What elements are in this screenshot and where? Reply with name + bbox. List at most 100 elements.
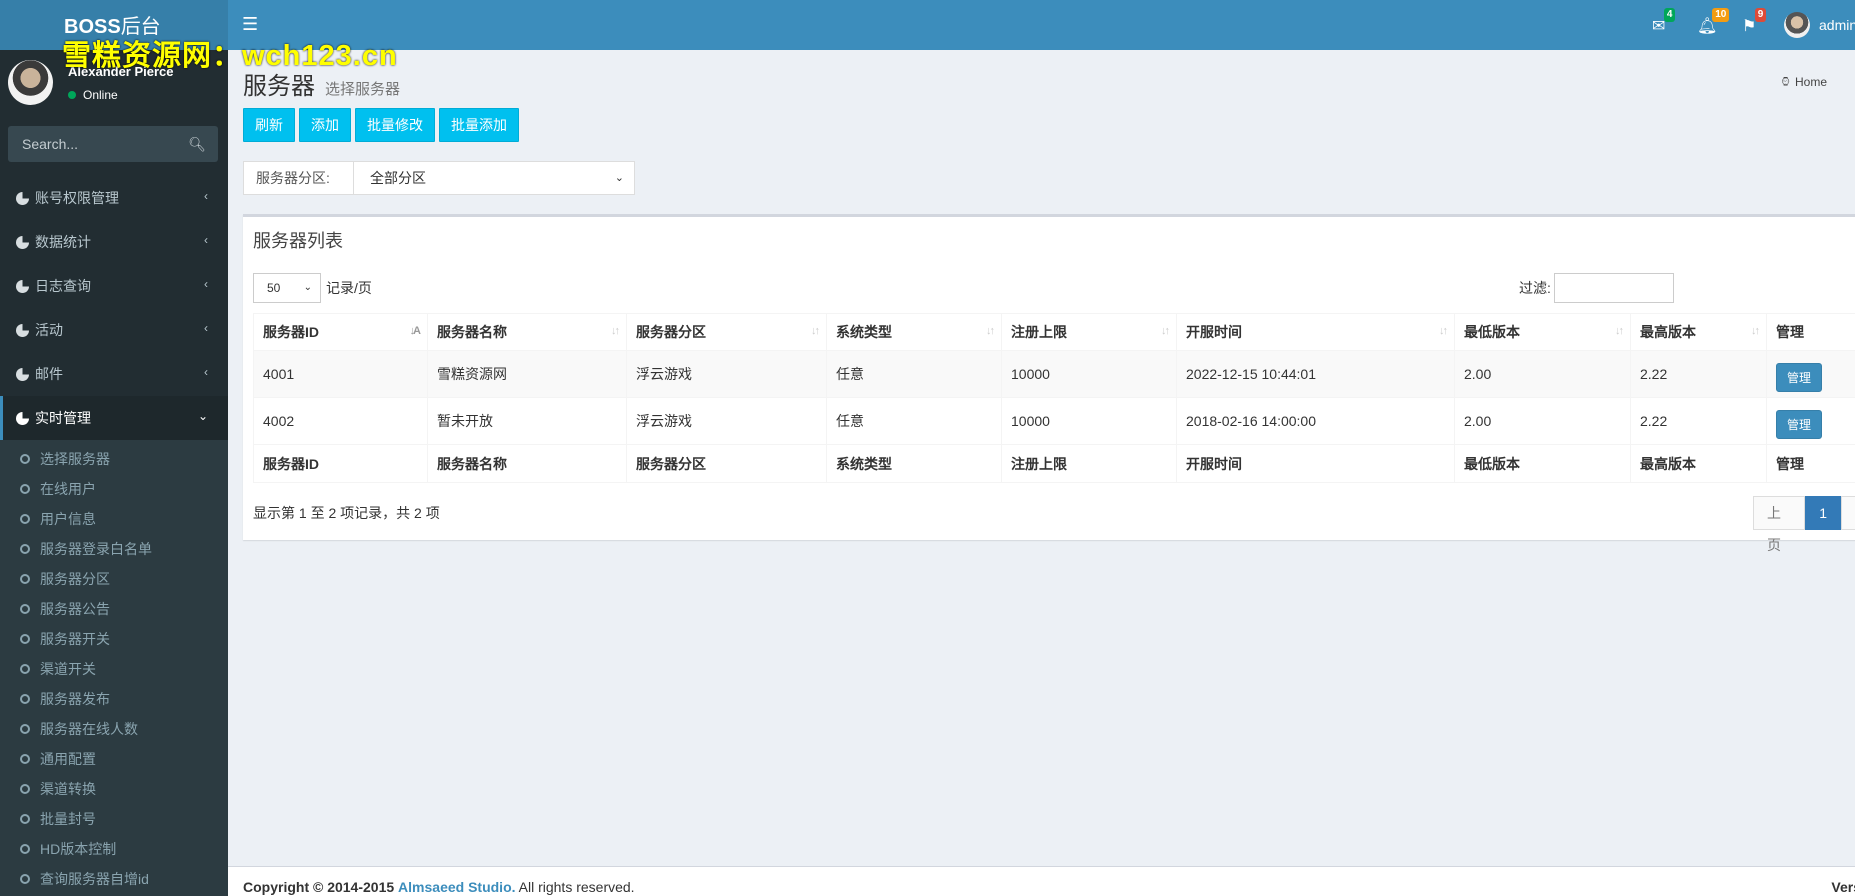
add-button[interactable]: 添加 xyxy=(299,108,351,142)
circle-icon xyxy=(20,514,30,524)
cell-open-time: 2018-02-16 14:00:00 xyxy=(1176,397,1455,445)
sidebar-item-statistics[interactable]: 数据统计 ‹ xyxy=(0,220,228,264)
sidebar-item-label: 实时管理 xyxy=(35,410,91,426)
chevron-down-icon: ⌄ xyxy=(303,282,312,293)
cell-os: 任意 xyxy=(826,350,1002,398)
column-header-manage: 管理 xyxy=(1766,313,1855,351)
chevron-down-icon: ⌄ xyxy=(197,409,208,423)
user-status: Online xyxy=(68,88,118,102)
submenu-item[interactable]: 服务器发布 xyxy=(0,684,228,714)
manage-button[interactable]: 管理 xyxy=(1776,409,1823,439)
page-length-select[interactable]: 50 ⌄ xyxy=(253,273,321,303)
search-icon[interactable]: 🔍︎ xyxy=(188,136,206,153)
submenu-item[interactable]: HD版本控制 xyxy=(0,834,228,864)
sidebar-item-mail[interactable]: 邮件 ‹ xyxy=(0,352,228,396)
column-header-open-time[interactable]: 开服时间 ↓↑ xyxy=(1176,313,1455,351)
chevron-left-icon: ‹ xyxy=(204,321,208,335)
sidebar: Alexander Pierce Online Search... 🔍︎ 账号权… xyxy=(0,50,228,896)
sidebar-toggle-icon[interactable]: ☰ xyxy=(242,14,258,35)
filter-input[interactable] xyxy=(1553,273,1674,303)
manage-button[interactable]: 管理 xyxy=(1776,362,1823,392)
logo[interactable]: BOSS后台 xyxy=(0,0,228,50)
sidebar-item-account-permissions[interactable]: 账号权限管理 ‹ xyxy=(0,176,228,220)
page-1-button[interactable]: 1 xyxy=(1805,496,1841,530)
cell-id: 4002 xyxy=(253,397,428,445)
footer-max-version: 最高版本 xyxy=(1630,444,1767,483)
submenu-item[interactable]: 服务器公告 xyxy=(0,594,228,624)
column-header-reg-limit[interactable]: 注册上限 ↓↑ xyxy=(1001,313,1177,351)
sort-icon: ↓↑ xyxy=(986,325,995,337)
column-header-os[interactable]: 系统类型 ↓↑ xyxy=(826,313,1002,351)
prev-page-button[interactable]: 上页 xyxy=(1753,496,1806,553)
submenu-item[interactable]: 服务器开关 xyxy=(0,624,228,654)
submenu-item[interactable]: 服务器分区 xyxy=(0,564,228,594)
cell-reg-limit: 10000 xyxy=(1001,397,1177,445)
search-placeholder: Search... xyxy=(22,136,79,152)
partition-filter: 服务器分区: 全部分区 ⌄ xyxy=(243,161,635,195)
submenu-item[interactable]: 批量封号 xyxy=(0,804,228,834)
page-header: 服务器 选择服务器 xyxy=(243,66,400,101)
submenu-item[interactable]: 在线用户 xyxy=(0,474,228,504)
column-header-min-version[interactable]: 最低版本 ↓↑ xyxy=(1454,313,1631,351)
submenu-item-label: 服务器登录白名单 xyxy=(40,541,152,557)
table-info: 显示第 1 至 2 项记录，共 2 项 xyxy=(253,505,440,521)
column-header-max-version[interactable]: 最高版本 ↓↑ xyxy=(1630,313,1767,351)
pie-chart-icon xyxy=(16,191,29,205)
user-status-text: Online xyxy=(83,88,118,102)
cell-id: 4001 xyxy=(253,350,428,398)
flag-icon: ⚑ xyxy=(1742,18,1757,35)
submenu-item[interactable]: 渠道转换 xyxy=(0,774,228,804)
submenu-item-label: 批量封号 xyxy=(40,811,96,827)
pie-chart-icon xyxy=(16,323,29,337)
column-header-id[interactable]: 服务器ID ↓A xyxy=(253,313,428,351)
page-length-control: 50 ⌄ 记录/页 xyxy=(253,273,372,303)
sidebar-item-logs[interactable]: 日志查询 ‹ xyxy=(0,264,228,308)
next-page-button[interactable]: 下 xyxy=(1841,496,1855,530)
submenu-item[interactable]: 用户信息 xyxy=(0,504,228,534)
submenu-item-label: 服务器开关 xyxy=(40,631,110,647)
chevron-down-icon: ⌄ xyxy=(614,172,624,184)
version-text: Vers xyxy=(1831,879,1855,895)
submenu-item[interactable]: 选择服务器 xyxy=(0,444,228,474)
notifications-button[interactable]: 🔔︎ 10 xyxy=(1697,8,1730,36)
sidebar-item-label: 数据统计 xyxy=(35,234,91,250)
online-dot-icon xyxy=(68,91,76,99)
circle-icon xyxy=(20,844,30,854)
sort-icon: ↓↑ xyxy=(811,325,820,337)
sort-icon: ↓↑ xyxy=(1751,325,1760,337)
company-link[interactable]: Almsaeed Studio. xyxy=(398,879,515,895)
messages-badge: 4 xyxy=(1663,8,1676,22)
column-header-partition[interactable]: 服务器分区 ↓↑ xyxy=(626,313,827,351)
messages-button[interactable]: ✉ 4 xyxy=(1652,8,1676,36)
user-menu[interactable]: admin xyxy=(1784,12,1855,38)
partition-label: 服务器分区: xyxy=(244,162,354,194)
batch-add-button[interactable]: 批量添加 xyxy=(439,108,519,142)
dashboard-icon: ⌚︎ xyxy=(1779,75,1792,89)
submenu-item[interactable]: 通用配置 xyxy=(0,744,228,774)
refresh-button[interactable]: 刷新 xyxy=(243,108,295,142)
sort-asc-icon: ↓A xyxy=(409,325,422,337)
sidebar-item-realtime[interactable]: 实时管理 ⌄ xyxy=(0,396,228,440)
box-title: 服务器列表 xyxy=(253,231,343,251)
submenu-item[interactable]: 查询服务器自增id xyxy=(0,864,228,894)
footer-partition: 服务器分区 xyxy=(626,444,827,483)
sidebar-item-events[interactable]: 活动 ‹ xyxy=(0,308,228,352)
tasks-button[interactable]: ⚑ 9 xyxy=(1742,8,1767,36)
sidebar-search-input[interactable]: Search... 🔍︎ xyxy=(8,126,218,162)
submenu-item[interactable]: 渠道开关 xyxy=(0,654,228,684)
batch-edit-button[interactable]: 批量修改 xyxy=(355,108,435,142)
page-length-value: 50 xyxy=(267,281,281,295)
cell-min-version: 2.00 xyxy=(1454,350,1631,398)
cell-manage: 管理 xyxy=(1766,350,1855,398)
submenu-item[interactable]: 服务器登录白名单 xyxy=(0,534,228,564)
breadcrumb-home[interactable]: ⌚︎ Home xyxy=(1780,74,1827,91)
footer-id: 服务器ID xyxy=(253,444,428,483)
column-label: 开服时间 xyxy=(1186,324,1242,340)
submenu-item[interactable]: 服务器在线人数 xyxy=(0,714,228,744)
column-header-name[interactable]: 服务器名称 ↓↑ xyxy=(427,313,627,351)
partition-select[interactable]: 全部分区 ⌄ xyxy=(354,162,634,194)
table-row: 4002 暂未开放 浮云游戏 任意 10000 2018-02-16 14:00… xyxy=(253,397,1855,445)
column-label: 系统类型 xyxy=(836,324,892,340)
top-navbar: BOSS后台 ☰ ✉ 4 🔔︎ 10 ⚑ 9 admin xyxy=(0,0,1855,50)
circle-icon xyxy=(20,634,30,644)
